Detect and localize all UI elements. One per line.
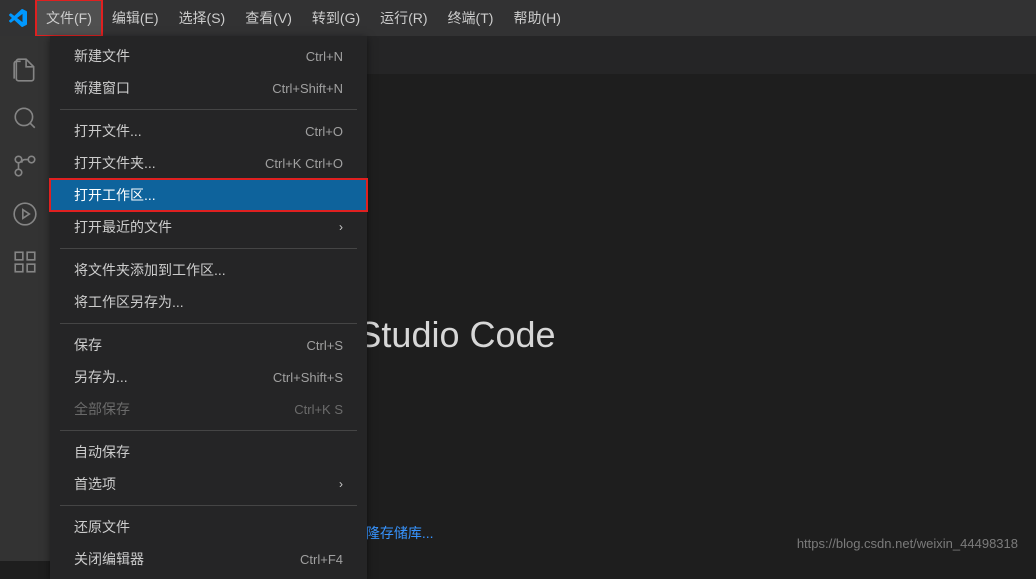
vscode-icon	[8, 8, 28, 28]
menu-item-open-recent[interactable]: 打开最近的文件 ›	[50, 211, 367, 243]
menu-item-save-all: 全部保存 Ctrl+K S	[50, 393, 367, 425]
welcome-subtitle: 编辑进化	[250, 362, 1036, 397]
debug-icon[interactable]	[0, 190, 50, 238]
menu-item-shortcut: Ctrl+S	[307, 338, 343, 353]
menu-item-open-file[interactable]: 打开文件... Ctrl+O	[50, 115, 367, 147]
menu-item-label: 还原文件	[74, 517, 130, 537]
menu-item-label: 另存为...	[74, 367, 128, 387]
menu-edit[interactable]: 编辑(E)	[102, 0, 169, 36]
menu-terminal[interactable]: 终端(T)	[438, 0, 504, 36]
menu-help[interactable]: 帮助(H)	[503, 0, 570, 36]
menu-item-shortcut: Ctrl+N	[306, 49, 343, 64]
search-icon[interactable]	[0, 94, 50, 142]
menu-item-shortcut: Ctrl+F4	[300, 552, 343, 567]
menu-item-label: 将工作区另存为...	[74, 292, 184, 312]
menu-item-save[interactable]: 保存 Ctrl+S	[50, 329, 367, 361]
activitybar	[0, 36, 50, 561]
menu-item-label: 打开工作区...	[74, 185, 156, 205]
menu-item-save-as[interactable]: 另存为... Ctrl+Shift+S	[50, 361, 367, 393]
watermark: https://blog.csdn.net/weixin_44498318	[797, 536, 1018, 551]
menu-run[interactable]: 运行(R)	[370, 0, 437, 36]
menu-separator	[60, 323, 357, 324]
menu-item-shortcut: Ctrl+O	[305, 124, 343, 139]
menu-view[interactable]: 查看(V)	[235, 0, 302, 36]
menu-go[interactable]: 转到(G)	[302, 0, 370, 36]
menu-item-save-workspace-as[interactable]: 将工作区另存为...	[50, 286, 367, 318]
menu-item-label: 新建文件	[74, 46, 130, 66]
menu-item-label: 打开文件夹...	[74, 153, 156, 173]
menu-item-label: 打开最近的文件	[74, 217, 172, 237]
titlebar: 文件(F) 编辑(E) 选择(S) 查看(V) 转到(G) 运行(R) 终端(T…	[0, 0, 1036, 36]
menu-item-label: 全部保存	[74, 399, 130, 419]
welcome-title: Visual Studio Code	[250, 314, 1036, 356]
menu-item-label: 自动保存	[74, 442, 130, 462]
menu-item-shortcut: Ctrl+Shift+N	[272, 81, 343, 96]
menu-item-preferences[interactable]: 首选项 ›	[50, 468, 367, 500]
menu-selection[interactable]: 选择(S)	[169, 0, 236, 36]
menu-item-label: 新建窗口	[74, 78, 130, 98]
menu-item-label: 将文件夹添加到工作区...	[74, 260, 226, 280]
menu-item-shortcut: Ctrl+K Ctrl+O	[265, 156, 343, 171]
menu-item-close-editor[interactable]: 关闭编辑器 Ctrl+F4	[50, 543, 367, 575]
menu-file[interactable]: 文件(F)	[36, 0, 102, 36]
menu-separator	[60, 430, 357, 431]
link-new-file[interactable]: 新建文件	[250, 497, 1036, 517]
explorer-icon[interactable]	[0, 46, 50, 94]
menu-item-shortcut: Ctrl+K S	[294, 402, 343, 417]
start-section-title: 启动	[250, 457, 1036, 483]
menu-item-autosave[interactable]: 自动保存	[50, 436, 367, 468]
menu-item-shortcut: Ctrl+Shift+S	[273, 370, 343, 385]
menu-item-add-folder[interactable]: 将文件夹添加到工作区...	[50, 254, 367, 286]
menu-item-revert[interactable]: 还原文件	[50, 511, 367, 543]
menu-separator	[60, 248, 357, 249]
extensions-icon[interactable]	[0, 238, 50, 286]
menu-item-open-folder[interactable]: 打开文件夹... Ctrl+K Ctrl+O	[50, 147, 367, 179]
chevron-right-icon: ›	[339, 220, 343, 234]
menu-separator	[60, 505, 357, 506]
menu-item-label: 关闭编辑器	[74, 549, 144, 569]
menu-item-label: 保存	[74, 335, 102, 355]
menu-separator	[60, 109, 357, 110]
menubar: 文件(F) 编辑(E) 选择(S) 查看(V) 转到(G) 运行(R) 终端(T…	[36, 0, 571, 36]
source-control-icon[interactable]	[0, 142, 50, 190]
menu-item-new-window[interactable]: 新建窗口 Ctrl+Shift+N	[50, 72, 367, 104]
menu-item-label: 打开文件...	[74, 121, 142, 141]
file-dropdown-menu: 新建文件 Ctrl+N 新建窗口 Ctrl+Shift+N 打开文件... Ct…	[50, 36, 367, 579]
chevron-right-icon: ›	[339, 477, 343, 491]
menu-item-new-file[interactable]: 新建文件 Ctrl+N	[50, 40, 367, 72]
menu-item-open-workspace[interactable]: 打开工作区...	[50, 179, 367, 211]
menu-item-label: 首选项	[74, 474, 116, 494]
